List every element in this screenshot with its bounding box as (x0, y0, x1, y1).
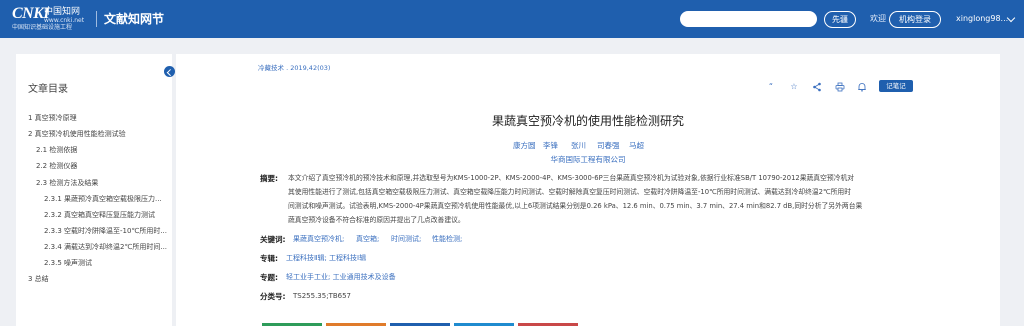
cnki-logo[interactable]: CNKI 中国知网 www.cnki.net 中国知识基础设施工程 (12, 6, 92, 32)
toc-item[interactable]: 2.3.5 噪声测试 (44, 259, 168, 268)
toc-item[interactable]: 2.1 检测依据 (36, 146, 166, 155)
article-title: 果蔬真空预冷机的使用性能检测研究 (491, 114, 684, 128)
toc-item[interactable]: 2 真空预冷机使用性能检测试验 (28, 130, 168, 139)
organization-link[interactable]: 华商国际工程有限公司 (176, 155, 1000, 164)
abstract-text: 间测试和噪声测试。试验表明,KMS-2000-4P果蔬真空预冷机使用性能最优,以… (288, 202, 863, 210)
logo-subtitle: 中国知识基础设施工程 (12, 24, 73, 31)
author-link[interactable]: 李锋 (543, 141, 558, 150)
star-icon[interactable]: ☆ (789, 82, 799, 92)
table-of-contents-panel: 文章目录 1 真空预冷原理 2 真空预冷机使用性能检测试验 2.1 检测依据 2… (16, 54, 172, 326)
keyword-link[interactable]: 性能检测; (432, 235, 462, 244)
topic-value[interactable]: 轻工业手工业; 工业通用技术及设备 (286, 273, 396, 282)
share-icon[interactable] (812, 82, 822, 92)
bell-icon[interactable] (857, 82, 867, 92)
toc-item[interactable]: 1 真空预冷原理 (28, 114, 168, 123)
topic-label: 专题: (260, 273, 278, 282)
welcome-text: 欢迎 (870, 14, 886, 23)
abstract-label: 摘要: (260, 174, 278, 183)
toc-item[interactable]: 2.3.2 真空箱真空释压复压能力测试 (44, 211, 168, 220)
classification-value: TS255.35;TB657 (293, 292, 352, 300)
author-link[interactable]: 马超 (629, 141, 644, 150)
collapse-sidebar-icon[interactable] (164, 66, 175, 77)
author-link[interactable]: 司春强 (597, 141, 620, 150)
abstract-text: 本文介绍了真空预冷机的预冷技术和原理,并选取型号为KMS-1000-2P、KMS… (288, 174, 855, 182)
logo-chinese-name: 中国知网 (44, 7, 81, 17)
toc-item[interactable]: 2.2 检测仪器 (36, 162, 166, 171)
toc-item[interactable]: 2.3.1 果蔬预冷真空箱空载极限压力... (44, 195, 168, 204)
keyword-link[interactable]: 时间测试; (391, 235, 421, 244)
toc-item[interactable]: 2.3 检测方法及结果 (36, 179, 166, 188)
institution-login-button[interactable]: 机构登录 (889, 11, 941, 28)
series-label: 专辑: (260, 254, 278, 263)
article-panel: 冷藏技术 . 2019,42(03) “ ☆ 记笔记 果蔬真空预冷机的使用性能检… (176, 54, 1000, 326)
keyword-link[interactable]: 真空箱; (356, 235, 379, 244)
toc-item[interactable]: 3 总结 (28, 275, 168, 284)
site-title: 文献知网节 (104, 12, 165, 26)
quote-icon[interactable]: “ (766, 82, 776, 92)
print-icon[interactable] (835, 82, 845, 92)
toc-title: 文章目录 (28, 84, 68, 95)
author-link[interactable]: 康方圆 (513, 141, 536, 150)
username-menu[interactable]: xinglong98... (956, 14, 1008, 24)
keyword-link[interactable]: 果蔬真空预冷机; (293, 235, 344, 244)
toc-item[interactable]: 2.3.3 空载时冷阱降温至-10℃所用时... (44, 227, 168, 236)
author-link[interactable]: 张川 (571, 141, 586, 150)
journal-source[interactable]: 冷藏技术 . 2019,42(03) (258, 64, 330, 72)
search-input[interactable] (680, 11, 817, 27)
take-note-button[interactable]: 记笔记 (879, 80, 913, 92)
series-value[interactable]: 工程科技Ⅱ辑; 工程科技Ⅰ辑 (286, 254, 366, 263)
classification-label: 分类号: (260, 292, 286, 301)
top-navigation-bar: CNKI 中国知网 www.cnki.net 中国知识基础设施工程 文献知网节 … (0, 0, 1024, 38)
search-button[interactable]: 先疆 (824, 11, 856, 28)
abstract-text: 其使用性能进行了测试,包括真空箱空载极限压力测试、真空箱空载降压能力时间测试、空… (288, 188, 852, 196)
keywords-label: 关键词: (260, 235, 286, 244)
toc-item[interactable]: 2.3.4 满载达到冷却终温2℃所用时间... (44, 243, 168, 252)
header-divider (96, 11, 97, 27)
logo-url: www.cnki.net (44, 17, 85, 24)
abstract-text: 蔬真空预冷设备不符合标准的原因并提出了几点改善建议。 (288, 216, 465, 224)
